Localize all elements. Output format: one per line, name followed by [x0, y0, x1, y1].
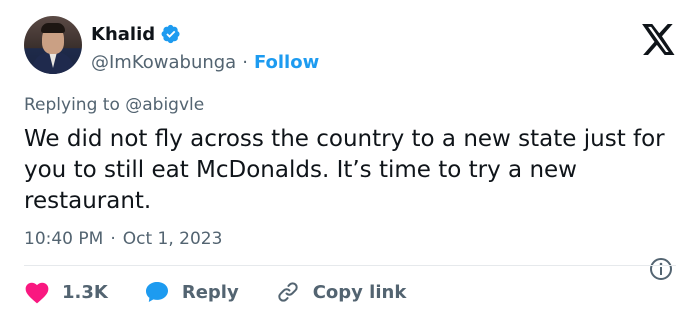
divider [24, 265, 676, 266]
reply-button[interactable]: Reply [144, 280, 239, 304]
author-name[interactable]: Khalid [91, 24, 155, 45]
x-logo-icon[interactable] [642, 24, 676, 55]
heart-icon [25, 282, 49, 304]
like-count: 1.3K [62, 281, 108, 303]
avatar-hair [41, 23, 65, 33]
timestamp-separator: · [110, 229, 116, 249]
speech-bubble-icon [145, 282, 168, 302]
tweet-date: Oct 1, 2023 [122, 229, 223, 249]
link-icon [278, 282, 298, 302]
reply-label: Reply [181, 281, 239, 303]
copy-link-button[interactable]: Copy link [275, 280, 407, 304]
copy-link-label: Copy link [312, 281, 407, 303]
replying-to[interactable]: Replying to @abigvle [24, 95, 204, 115]
info-icon[interactable] [649, 257, 673, 281]
action-bar: 1.3K Reply Copy link [24, 278, 442, 306]
tweet-time: 10:40 PM [24, 229, 104, 249]
verified-badge-icon [161, 24, 181, 44]
follow-button[interactable]: Follow [254, 52, 319, 73]
author-name-row: Khalid [91, 22, 181, 46]
tweet-text: We did not fly across the country to a n… [24, 126, 665, 214]
author-handle[interactable]: @ImKowabunga [91, 52, 236, 73]
like-button[interactable]: 1.3K [24, 280, 108, 304]
tweet-timestamp[interactable]: 10:40 PM · Oct 1, 2023 [24, 229, 222, 249]
handle-separator: · [242, 51, 248, 73]
author-handle-row: @ImKowabunga · Follow [91, 50, 319, 74]
avatar[interactable] [24, 16, 82, 74]
